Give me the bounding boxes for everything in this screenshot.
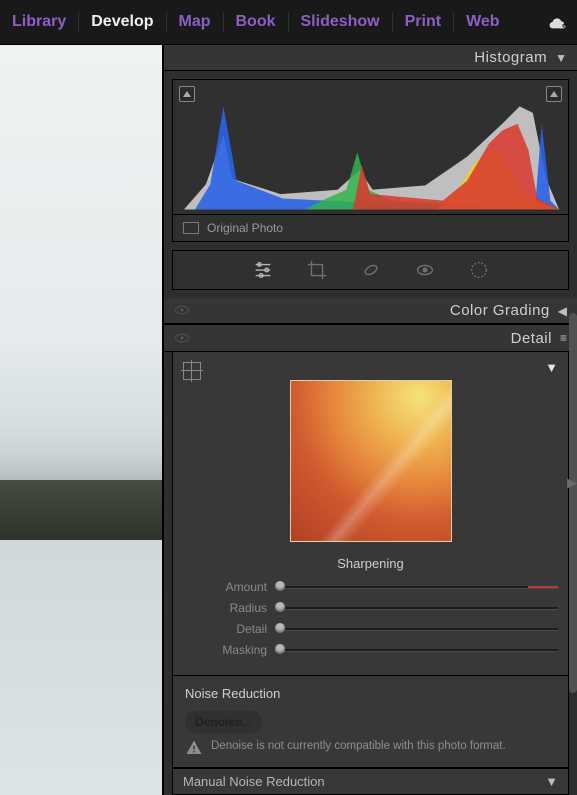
noise-reduction-heading: Noise Reduction (185, 686, 556, 701)
sharpening-heading: Sharpening (183, 556, 558, 571)
chevron-left-icon[interactable]: ◀ (558, 304, 567, 318)
panel-scrollbar[interactable] (569, 313, 577, 693)
noise-reduction-box: Noise Reduction Denoise... Denoise is no… (172, 676, 569, 768)
heal-icon[interactable] (360, 259, 382, 281)
sliders-icon[interactable] (252, 259, 274, 281)
manual-noise-reduction-header[interactable]: Manual Noise Reduction ▼ (172, 768, 569, 795)
redeye-icon[interactable] (414, 259, 436, 281)
detail-loupe-preview[interactable] (290, 380, 452, 542)
eye-icon[interactable] (174, 303, 190, 318)
loupe-target-icon[interactable] (183, 362, 201, 380)
module-library[interactable]: Library (8, 9, 70, 35)
warning-icon (185, 739, 203, 757)
histogram-chart[interactable] (173, 80, 568, 200)
slider-detail[interactable]: Detail (183, 619, 558, 639)
color-grading-header[interactable]: Color Grading ◀ (164, 298, 577, 324)
module-map[interactable]: Map (175, 9, 215, 35)
module-picker-bar: Library Develop Map Book Slideshow Print… (0, 0, 577, 45)
module-book[interactable]: Book (232, 9, 280, 35)
chevron-down-icon[interactable]: ▼ (545, 360, 558, 375)
main-photo-preview[interactable] (0, 45, 162, 795)
eye-icon[interactable] (174, 331, 190, 346)
detail-panel-body: ▼ Sharpening Amount Radius Detail Maskin… (172, 352, 569, 676)
module-print[interactable]: Print (401, 9, 445, 35)
aspect-icon (183, 222, 199, 234)
histogram-photo-label: Original Photo (173, 214, 568, 241)
panel-menu-icon[interactable]: ≡ (560, 331, 567, 345)
right-panel-stack: Histogram ▼ ––––– Original Photo (162, 45, 577, 795)
detail-header[interactable]: Detail ≡ (164, 324, 577, 351)
detail-title: Detail (196, 330, 552, 347)
radial-icon[interactable] (468, 259, 490, 281)
crop-icon[interactable] (306, 259, 328, 281)
color-grading-title: Color Grading (196, 302, 550, 319)
histogram-box: ––––– Original Photo (172, 79, 569, 242)
develop-toolstrip (172, 250, 569, 290)
cloud-sync-icon[interactable] (547, 11, 569, 33)
slider-radius[interactable]: Radius (183, 598, 558, 618)
slider-amount[interactable]: Amount (183, 577, 558, 597)
histogram-header[interactable]: Histogram ▼ (164, 45, 577, 71)
chevron-down-icon[interactable]: ▼ (555, 51, 567, 65)
module-web[interactable]: Web (462, 9, 503, 35)
module-slideshow[interactable]: Slideshow (297, 9, 384, 35)
module-develop[interactable]: Develop (87, 9, 157, 35)
slider-masking[interactable]: Masking (183, 640, 558, 660)
chevron-down-icon[interactable]: ▼ (545, 774, 558, 789)
expand-right-icon[interactable]: ▶ (567, 465, 577, 501)
denoise-button[interactable]: Denoise... (185, 711, 262, 733)
histogram-title: Histogram (174, 49, 547, 66)
denoise-warning-text: Denoise is not currently compatible with… (211, 739, 506, 755)
